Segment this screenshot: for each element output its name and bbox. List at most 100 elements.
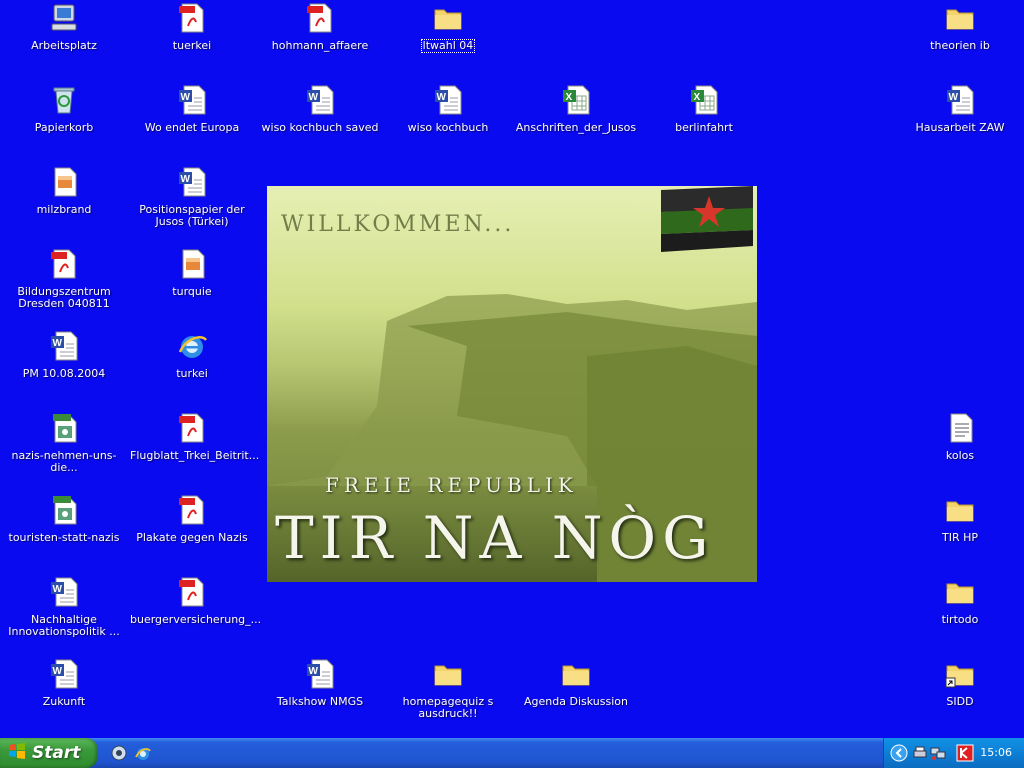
word-document-icon: W: [176, 166, 208, 198]
quicklaunch-media-icon[interactable]: [110, 744, 128, 762]
desktop-icon-label: Nachhaltige Innovationspolitik ...: [8, 613, 120, 638]
desktop-icon-turquie[interactable]: turquie: [128, 246, 256, 326]
folder-icon: [944, 2, 976, 34]
tray-expand-chevron-icon[interactable]: [890, 744, 908, 766]
folder-icon: [432, 2, 464, 34]
gif-image-icon: [48, 412, 80, 444]
desktop-icon-wiso-kochbuch[interactable]: W wiso kochbuch: [384, 82, 512, 162]
desktop-icon-berlinfahrt[interactable]: X berlinfahrt: [640, 82, 768, 162]
text-file-icon: [944, 412, 976, 444]
folder-icon: [560, 658, 592, 690]
desktop-icon-label: tuerkei: [172, 39, 212, 52]
desktop-icon-label: Zukunft: [42, 695, 86, 708]
word-document-icon: W: [432, 84, 464, 116]
desktop-icon-label: SIDD: [946, 695, 974, 708]
svg-text:W: W: [53, 338, 63, 349]
desktop-icon-plakate-gegen-nazis[interactable]: Plakate gegen Nazis: [128, 492, 256, 572]
desktop-icon-label: Anschriften_der_Jusos: [515, 121, 637, 134]
svg-text:W: W: [181, 174, 191, 185]
svg-text:W: W: [53, 584, 63, 595]
desktop-icon-hausarbeit-zaw[interactable]: W Hausarbeit ZAW: [896, 82, 1024, 162]
desktop-icon-kolos[interactable]: kolos: [896, 410, 1024, 490]
pdf-file-icon: [304, 2, 336, 34]
word-document-icon: W: [944, 84, 976, 116]
quicklaunch-internet-explorer-icon[interactable]: [134, 744, 152, 762]
desktop-icon-label: Papierkorb: [34, 121, 94, 134]
desktop-icon-wiso-kochbuch-saved[interactable]: W wiso kochbuch saved: [256, 82, 384, 162]
desktop-icon-label: Talkshow NMGS: [276, 695, 364, 708]
desktop-icon-talkshow-nmgs[interactable]: W Talkshow NMGS: [256, 656, 384, 736]
desktop-icon-homepagequiz[interactable]: homepagequiz s ausdruck!!: [384, 656, 512, 736]
desktop-icon-label: wiso kochbuch: [407, 121, 489, 134]
desktop-icon-label: berlinfahrt: [675, 121, 733, 134]
desktop-icon-ltwahl-04[interactable]: ltwahl 04: [384, 0, 512, 80]
desktop-icon-agenda-diskussion[interactable]: Agenda Diskussion: [512, 656, 640, 736]
desktop-icon-zukunft[interactable]: W Zukunft: [0, 656, 128, 736]
desktop-icon-label: nazis-nehmen-uns-die...: [11, 449, 117, 474]
desktop-icon-label: turkei: [176, 367, 208, 380]
svg-text:W: W: [949, 92, 959, 103]
svg-text:W: W: [53, 666, 63, 677]
start-button-label: Start: [32, 743, 81, 763]
wallpaper-welcome-text: WILLKOMMEN...: [281, 212, 515, 237]
folder-icon: [432, 658, 464, 690]
desktop-icon-pm-10-08-2004[interactable]: W PM 10.08.2004: [0, 328, 128, 408]
svg-text:X: X: [566, 92, 573, 103]
desktop-icon-label: kolos: [945, 449, 975, 462]
pdf-file-icon: [176, 2, 208, 34]
folder-shortcut-icon: [944, 658, 976, 690]
taskbar-clock[interactable]: 15:06: [980, 746, 1012, 759]
desktop-icon-label: Positionspapier der Jusos (Türkei): [139, 203, 245, 228]
tray-antivirus-icon[interactable]: [956, 744, 974, 766]
desktop-icon-label: homepagequiz s ausdruck!!: [402, 695, 494, 720]
desktop-icon-anschriften-der-jusos[interactable]: X Anschriften_der_Jusos: [512, 82, 640, 162]
svg-text:W: W: [181, 92, 191, 103]
desktop-icon-wo-endet-europa[interactable]: W Wo endet Europa: [128, 82, 256, 162]
wallpaper-image: WILLKOMMEN... FREIE REPUBLIK TIR NA NÒG: [267, 186, 757, 582]
pdf-file-icon: [48, 248, 80, 280]
svg-text:W: W: [437, 92, 447, 103]
desktop-icon-label: touristen-statt-nazis: [8, 531, 120, 544]
system-tray: 15:06: [883, 738, 1024, 768]
desktop-icon-papierkorb[interactable]: Papierkorb: [0, 82, 128, 162]
desktop-icon-label: PM 10.08.2004: [22, 367, 106, 380]
word-document-icon: W: [176, 84, 208, 116]
wallpaper-republic-text: FREIE REPUBLIK: [325, 473, 578, 497]
word-document-icon: W: [304, 84, 336, 116]
desktop-icon-arbeitsplatz[interactable]: Arbeitsplatz: [0, 0, 128, 80]
desktop-icon-buergerversicherung[interactable]: buergerversicherung_...: [128, 574, 262, 654]
desktop-icon-hohmann-affaere[interactable]: hohmann_affaere: [256, 0, 384, 80]
tray-printer-icon[interactable]: [912, 745, 928, 765]
desktop-icon-positionspapier-der-jusos[interactable]: W Positionspapier der Jusos (Türkei): [128, 164, 256, 244]
desktop-icon-milzbrand[interactable]: milzbrand: [0, 164, 128, 244]
desktop-icon-bildungszentrum-dresden[interactable]: Bildungszentrum Dresden 040811: [0, 246, 128, 326]
start-button[interactable]: Start: [0, 738, 98, 768]
svg-text:X: X: [694, 92, 701, 103]
desktop-icon-turkei[interactable]: turkei: [128, 328, 256, 408]
desktop-icon-tuerkei[interactable]: tuerkei: [128, 0, 256, 80]
taskbar: Start 15:06: [0, 738, 1024, 768]
my-computer-icon: [48, 2, 80, 34]
image-file-icon: [176, 248, 208, 280]
desktop-icon-sidd[interactable]: SIDD: [896, 656, 1024, 736]
desktop-icon-touristen-statt-nazis[interactable]: touristen-statt-nazis: [0, 492, 128, 572]
desktop-icon-label: Wo endet Europa: [144, 121, 240, 134]
folder-icon: [944, 494, 976, 526]
word-document-icon: W: [48, 576, 80, 608]
desktop-icon-nachhaltige-innovationspolitik[interactable]: W Nachhaltige Innovationspolitik ...: [0, 574, 128, 654]
tray-network-icon[interactable]: [930, 745, 946, 765]
word-document-icon: W: [48, 658, 80, 690]
desktop-icon-label: milzbrand: [36, 203, 92, 216]
excel-spreadsheet-icon: X: [560, 84, 592, 116]
desktop-icon-label: Hausarbeit ZAW: [915, 121, 1005, 134]
word-document-icon: W: [304, 658, 336, 690]
desktop-icon-theorien-ib[interactable]: theorien ib: [896, 0, 1024, 80]
windows-logo-icon: [8, 742, 26, 764]
excel-spreadsheet-icon: X: [688, 84, 720, 116]
desktop-icon-flugblatt-trkei[interactable]: Flugblatt_Trkei_Beitrit...: [128, 410, 259, 490]
desktop-icon-tirtodo[interactable]: tirtodo: [896, 574, 1024, 654]
wallpaper-name-text: TIR NA NÒG: [275, 504, 715, 572]
desktop-icon-label: buergerversicherung_...: [130, 613, 262, 626]
desktop-icon-nazis-nehmen-uns-die[interactable]: nazis-nehmen-uns-die...: [0, 410, 128, 490]
desktop-icon-tir-hp[interactable]: TIR HP: [896, 492, 1024, 572]
